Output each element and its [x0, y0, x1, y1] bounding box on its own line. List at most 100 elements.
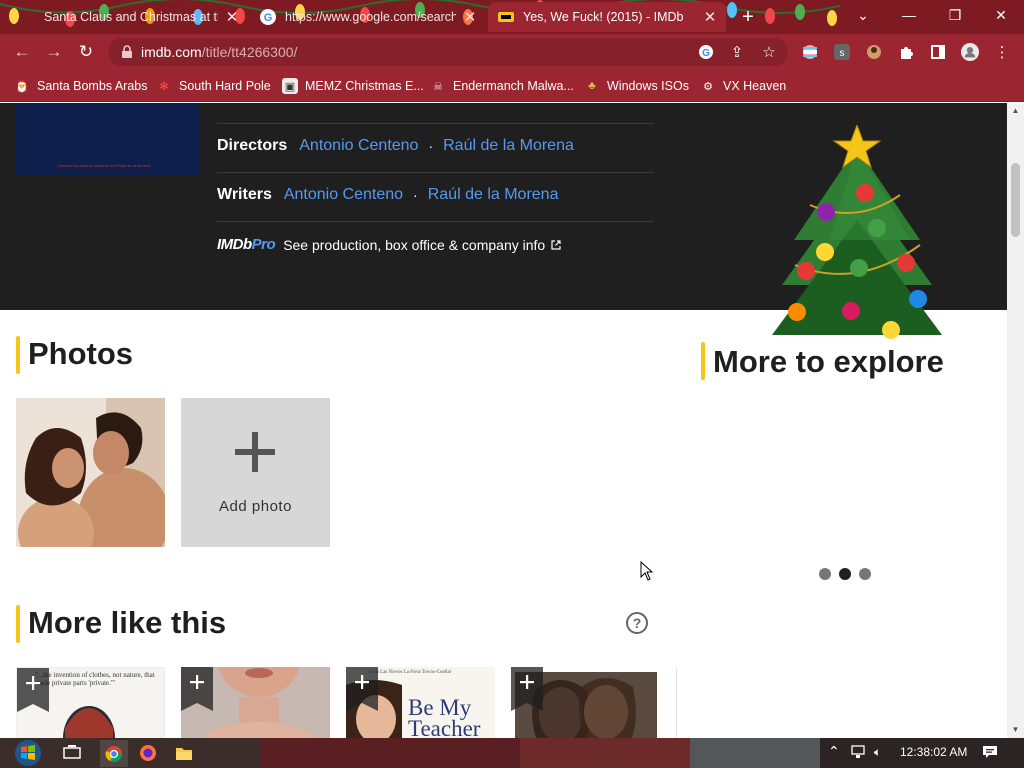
- add-to-watchlist-icon: [26, 676, 40, 690]
- tab-santa-claus[interactable]: Santa Claus and Christmas at the ✕: [24, 2, 246, 32]
- extension-avatar-icon[interactable]: [865, 43, 883, 61]
- similar-title-card[interactable]: Luis Las Nieves La Fiera Towns-Cuellar B…: [346, 667, 495, 738]
- bookmark-south-hard-pole[interactable]: ✻ South Hard Pole: [156, 76, 270, 96]
- scroll-down-arrow-icon[interactable]: ▼: [1011, 725, 1020, 734]
- carousel-dot[interactable]: [859, 568, 871, 580]
- movie-poster[interactable]: Directed by Antonio Centeno and Raúl de …: [16, 103, 200, 175]
- card-quote: "...the invention of clothes, not nature…: [35, 671, 155, 687]
- carousel-dot[interactable]: [839, 568, 851, 580]
- imdbpro-text: See production, box office & company inf…: [283, 236, 546, 253]
- extensions-puzzle-icon[interactable]: [897, 43, 915, 61]
- menu-kebab-icon[interactable]: ⋮: [993, 43, 1011, 61]
- page-scrollbar[interactable]: ▲ ▼: [1007, 103, 1024, 738]
- similar-title-card[interactable]: [511, 667, 660, 738]
- watchlist-ribbon-icon[interactable]: [346, 667, 378, 711]
- card-edge: [676, 667, 677, 738]
- back-icon[interactable]: ←: [12, 42, 32, 62]
- section-accent-bar: [16, 605, 20, 643]
- carousel-dot[interactable]: [819, 568, 831, 580]
- imdbpro-link[interactable]: IMDbPro See production, box office & com…: [217, 236, 561, 253]
- address-bar[interactable]: imdb.com/title/tt4266300/: [108, 38, 788, 66]
- bookmark-memz-christmas[interactable]: ▣ MEMZ Christmas E...: [282, 76, 424, 96]
- separator: ·: [428, 138, 434, 154]
- bookmark-santa-bombs-arabs[interactable]: 🎅 Santa Bombs Arabs: [14, 76, 147, 96]
- firefox-taskbar-icon[interactable]: [136, 741, 160, 765]
- section-accent-bar: [16, 336, 20, 374]
- bookmark-windows-isos[interactable]: ♣ Windows ISOs: [584, 76, 689, 96]
- file-explorer-icon[interactable]: [172, 741, 196, 765]
- google-icon: G: [260, 9, 276, 25]
- close-tab-icon[interactable]: ✕: [702, 9, 718, 26]
- close-window-icon[interactable]: ✕: [978, 0, 1024, 30]
- tab-title: Yes, We Fuck! (2015) - IMDb: [523, 10, 684, 24]
- mouse-cursor-icon: [640, 561, 654, 581]
- watchlist-ribbon-icon[interactable]: [511, 667, 543, 711]
- tab-imdb[interactable]: Yes, We Fuck! (2015) - IMDb ✕: [488, 2, 726, 32]
- help-icon[interactable]: ?: [626, 612, 648, 634]
- minimize-icon[interactable]: —: [886, 0, 932, 30]
- more-like-this-title: More like this: [28, 605, 227, 640]
- writer-link[interactable]: Antonio Centeno: [284, 186, 403, 204]
- bookmark-endermanch-malware[interactable]: ☠ Endermanch Malwa...: [430, 76, 574, 96]
- writers-label: Writers: [217, 186, 272, 203]
- snowflake-icon: ✻: [159, 80, 169, 93]
- network-icon[interactable]: [850, 745, 866, 762]
- new-tab-button[interactable]: +: [738, 7, 758, 27]
- clock[interactable]: 12:38:02 AM: [900, 745, 967, 759]
- browser-toolbar: ← → ↻ imdb.com/title/tt4266300/ G ⇪ ☆ s …: [0, 34, 1024, 70]
- add-photo-button[interactable]: Add photo: [181, 398, 330, 547]
- start-button[interactable]: [10, 738, 46, 768]
- profile-icon[interactable]: [961, 43, 979, 61]
- tab-search-chevron-icon[interactable]: ⌄: [840, 0, 886, 30]
- volume-icon[interactable]: 🔈︎: [874, 745, 881, 760]
- tab-google-search[interactable]: G https://www.google.com/search ✕: [254, 2, 484, 32]
- watchlist-ribbon-icon[interactable]: [181, 667, 213, 711]
- google-lens-icon[interactable]: G: [697, 43, 715, 61]
- bookmark-star-icon[interactable]: ☆: [760, 43, 778, 61]
- page-viewport: Directed by Antonio Centeno and Raúl de …: [0, 103, 1007, 738]
- plus-icon: [235, 432, 275, 472]
- watchlist-ribbon-icon[interactable]: [17, 668, 49, 712]
- bookmarks-bar: 🎅 Santa Bombs Arabs ✻ South Hard Pole ▣ …: [0, 70, 1024, 102]
- scroll-up-arrow-icon[interactable]: ▲: [1011, 106, 1020, 115]
- external-link-icon: [551, 239, 561, 250]
- add-to-watchlist-icon: [355, 675, 369, 689]
- poster-credit-text: Directed by Antonio Centeno and Raúl de …: [58, 163, 151, 168]
- add-photo-label: Add photo: [219, 498, 292, 515]
- director-link[interactable]: Raúl de la Morena: [443, 137, 574, 155]
- show-hidden-icons-chevron-icon[interactable]: ⌃: [828, 743, 840, 760]
- extension-s-icon[interactable]: s: [833, 43, 851, 61]
- director-link[interactable]: Antonio Centeno: [299, 137, 418, 155]
- close-tab-icon[interactable]: ✕: [462, 9, 478, 26]
- writer-link[interactable]: Raúl de la Morena: [428, 186, 559, 204]
- action-center-icon[interactable]: [982, 745, 998, 762]
- similar-title-card[interactable]: [181, 667, 330, 738]
- vx-icon: ⚙: [703, 80, 713, 93]
- share-icon[interactable]: ⇪: [728, 43, 746, 61]
- url-text: imdb.com/title/tt4266300/: [141, 44, 298, 60]
- windows-taskbar: ⌃ 🔈︎ 12:38:02 AM: [0, 738, 1024, 768]
- section-accent-bar: [701, 342, 705, 380]
- side-panel-icon[interactable]: [929, 43, 947, 61]
- similar-title-card[interactable]: "...the invention of clothes, not nature…: [16, 667, 165, 738]
- close-tab-icon[interactable]: ✕: [224, 9, 240, 26]
- skull-icon: ☠: [433, 80, 443, 93]
- carousel-pagination: [819, 568, 871, 580]
- bookmark-vx-heaven[interactable]: ⚙ VX Heaven: [700, 76, 786, 96]
- scrollbar-thumb[interactable]: [1011, 163, 1020, 237]
- forward-icon[interactable]: →: [44, 42, 64, 62]
- extension-flag-icon[interactable]: [801, 43, 819, 61]
- directors-row: Directors Antonio Centeno · Raúl de la M…: [217, 137, 574, 155]
- photo-thumbnail[interactable]: [16, 398, 165, 547]
- photos-title[interactable]: Photos: [28, 336, 133, 372]
- memz-icon: ▣: [282, 78, 298, 94]
- svg-text:G: G: [702, 48, 710, 59]
- card-title: Be My Teacher: [408, 695, 481, 738]
- chrome-taskbar-icon[interactable]: [100, 740, 128, 767]
- imdbpro-logo: IMDbPro: [217, 236, 276, 253]
- reload-icon[interactable]: ↻: [76, 42, 96, 62]
- restore-icon[interactable]: ❐: [932, 0, 978, 30]
- writers-row: Writers Antonio Centeno · Raúl de la Mor…: [217, 186, 558, 204]
- directors-label: Directors: [217, 137, 288, 154]
- task-view-icon[interactable]: [60, 741, 84, 765]
